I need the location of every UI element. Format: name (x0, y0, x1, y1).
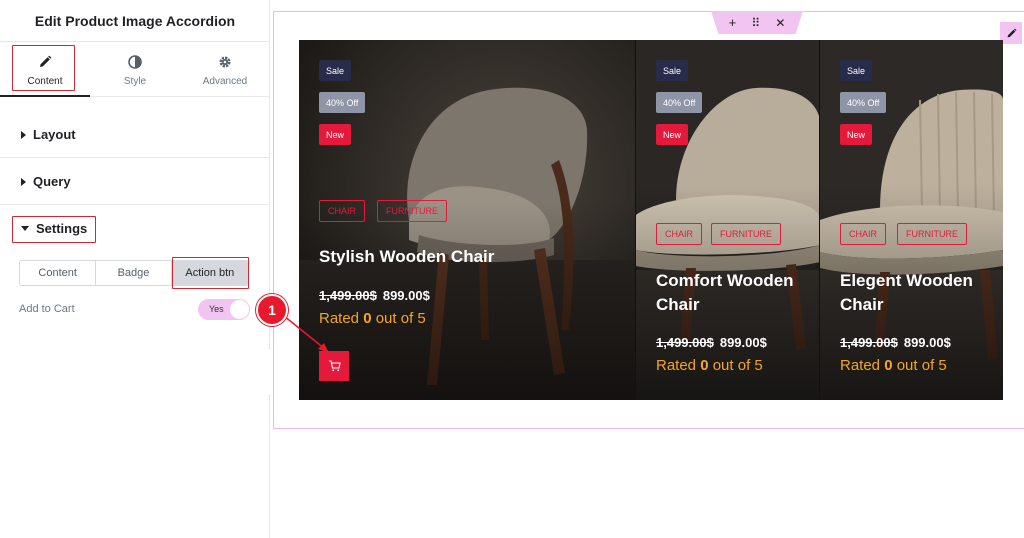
segment-content[interactable]: Content (20, 261, 97, 285)
new-badge: New (656, 124, 689, 145)
add-to-cart-label: Add to Cart (19, 303, 75, 315)
editor-panel: Edit Product Image Accordion Content Sty… (0, 0, 270, 538)
panel-title: Edit Product Image Accordion (0, 0, 270, 42)
rating-suffix: out of 5 (708, 357, 763, 374)
sale-price: 899.00$ (903, 335, 951, 350)
sale-badge: Sale (656, 60, 689, 81)
discount-badge: 40% Off (319, 92, 366, 113)
category-tag[interactable]: FURNITURE (897, 223, 967, 245)
accordion-item[interactable]: Sale 40% Off New CHAIR FURNITURE Comfort… (636, 40, 820, 400)
accordion-item[interactable]: Sale 40% Off New CHAIR FURNITURE Elegent… (820, 40, 1003, 400)
rating-suffix: out of 5 (892, 357, 947, 374)
tab-style[interactable]: Style (90, 43, 180, 96)
product-image-accordion: Sale 40% Off New CHAIR FURNITURE Stylish… (299, 40, 1003, 400)
step-marker: 1 (256, 294, 288, 326)
product-title[interactable]: Comfort Wooden Chair (656, 269, 794, 317)
add-icon[interactable]: + (729, 15, 737, 30)
product-title[interactable]: Stylish Wooden Chair (319, 245, 494, 269)
old-price: 1,499.00$ (656, 335, 714, 350)
discount-badge: 40% Off (656, 92, 703, 113)
caret-right-icon (21, 177, 26, 186)
cart-icon (328, 360, 341, 372)
segment-badge[interactable]: Badge (96, 261, 172, 285)
product-title[interactable]: Elegent Wooden Chair (840, 269, 973, 317)
rating-suffix: out of 5 (371, 310, 426, 327)
product-price: 1,499.00$ 899.00$ (319, 288, 430, 303)
product-price: 1,499.00$ 899.00$ (656, 335, 767, 350)
add-to-cart-toggle[interactable]: Yes (198, 299, 250, 320)
rating-prefix: Rated (656, 357, 701, 374)
edit-widget-button[interactable] (1000, 22, 1022, 44)
tab-style-label: Style (123, 75, 147, 87)
section-query-label: Query (33, 174, 71, 189)
category-tag[interactable]: FURNITURE (377, 200, 447, 222)
tab-advanced-label: Advanced (202, 75, 248, 87)
pencil-icon (1007, 27, 1017, 37)
sale-price: 899.00$ (719, 335, 767, 350)
discount-badge: 40% Off (840, 92, 887, 113)
old-price: 1,499.00$ (319, 288, 377, 303)
sale-badge: Sale (319, 60, 352, 81)
toggle-knob (230, 300, 249, 319)
content-tab-highlight (12, 45, 75, 91)
product-title-line1: Comfort Wooden (656, 271, 794, 290)
product-title-line2: Chair (840, 295, 884, 314)
close-icon[interactable]: ✕ (775, 16, 785, 30)
category-tag[interactable]: CHAIR (319, 200, 366, 222)
old-price: 1,499.00$ (840, 335, 898, 350)
product-rating: Rated 0 out of 5 (319, 310, 426, 327)
product-title-line1: Stylish Wooden Chair (319, 247, 495, 266)
section-toolbar: + ⠿ ✕ (711, 11, 803, 34)
section-layout[interactable]: Layout (0, 112, 270, 158)
tab-advanced[interactable]: Advanced (180, 43, 270, 96)
sale-price: 899.00$ (382, 288, 430, 303)
new-badge: New (840, 124, 873, 145)
product-rating: Rated 0 out of 5 (840, 357, 947, 374)
settings-highlight (12, 216, 96, 243)
product-title-line1: Elegent Wooden (840, 271, 973, 290)
rating-value: 0 (884, 357, 893, 374)
product-title-line2: Chair (656, 295, 700, 314)
rating-prefix: Rated (319, 310, 364, 327)
drag-handle-icon[interactable]: ⠿ (751, 16, 760, 30)
product-price: 1,499.00$ 899.00$ (840, 335, 951, 350)
section-layout-label: Layout (33, 127, 76, 142)
rating-prefix: Rated (840, 357, 885, 374)
new-badge: New (319, 124, 352, 145)
accordion-item[interactable]: Sale 40% Off New CHAIR FURNITURE Stylish… (299, 40, 636, 400)
category-tag[interactable]: CHAIR (840, 223, 887, 245)
caret-right-icon (21, 130, 26, 139)
add-to-cart-button[interactable] (319, 351, 349, 381)
gear-icon (218, 53, 232, 71)
toggle-text: Yes (209, 304, 224, 314)
product-rating: Rated 0 out of 5 (656, 357, 763, 374)
sale-badge: Sale (840, 60, 873, 81)
category-tag[interactable]: CHAIR (656, 223, 703, 245)
section-query[interactable]: Query (0, 159, 270, 205)
category-tag[interactable]: FURNITURE (711, 223, 781, 245)
rating-value: 0 (700, 357, 709, 374)
rating-value: 0 (363, 310, 372, 327)
half-circle-icon (128, 53, 142, 71)
action-btn-highlight (172, 257, 249, 289)
